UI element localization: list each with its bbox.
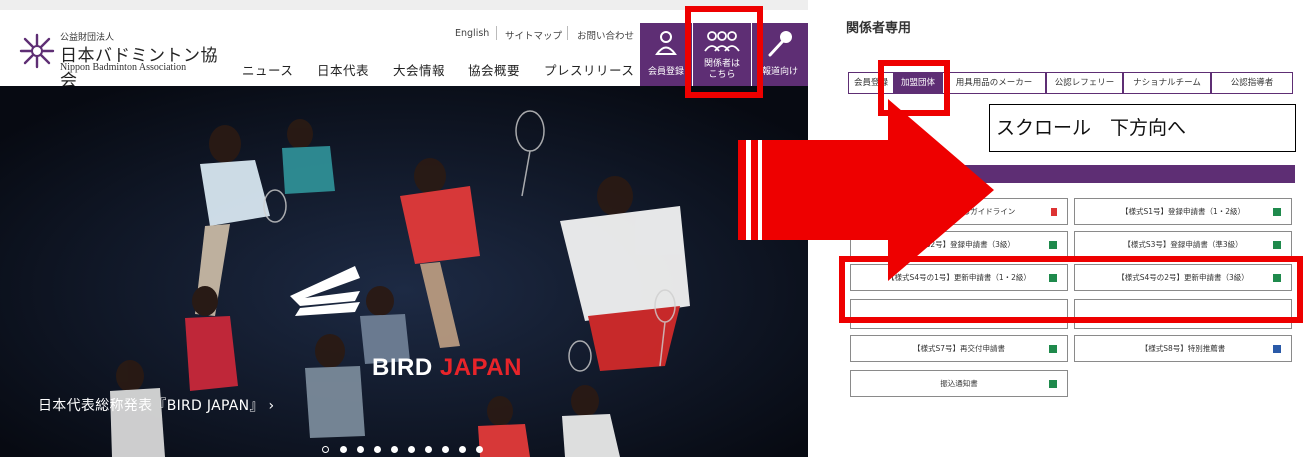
doc-label: 【様式S1号】登録申請書（1・2級） xyxy=(1120,207,1246,216)
word-icon xyxy=(1273,345,1281,353)
excel-icon xyxy=(1273,208,1281,216)
excel-icon xyxy=(1273,241,1281,249)
slide-dot-10[interactable] xyxy=(476,446,483,453)
sitemap-link[interactable]: サイトマップ xyxy=(505,28,562,42)
contact-link[interactable]: お問い合わせ xyxy=(577,28,634,42)
slide-dot-9[interactable] xyxy=(459,446,466,453)
page-title: 関係者専用 xyxy=(846,21,912,36)
slide-dot-1[interactable] xyxy=(322,446,329,453)
doc-label: 振込通知書 xyxy=(940,379,978,388)
logo-english: Nippon Badminton Association xyxy=(60,62,187,73)
slide-dot-5[interactable] xyxy=(391,446,398,453)
slide-dot-8[interactable] xyxy=(442,446,449,453)
nav-press-release[interactable]: プレスリリース xyxy=(544,60,634,79)
excel-icon xyxy=(1049,241,1057,249)
doc-s1-button[interactable]: 【様式S1号】登録申請書（1・2級） xyxy=(1074,198,1292,225)
logo-shuttle-icon xyxy=(19,33,55,69)
doc-label: 【様式S8号】特別推薦書 xyxy=(1140,344,1226,353)
excel-icon xyxy=(1049,345,1057,353)
doc-s3-button[interactable]: 【様式S3号】登録申請書（準3級） xyxy=(1074,231,1292,258)
highlight-stakeholders-button xyxy=(685,6,763,98)
doc-s8-button[interactable]: 【様式S8号】特別推薦書 xyxy=(1074,335,1292,362)
doc-label: 【様式S3号】登録申請書（準3級） xyxy=(1123,240,1243,249)
tab-national-team[interactable]: ナショナルチーム xyxy=(1123,72,1211,94)
bird-japan-logo: BIRD JAPAN xyxy=(372,354,522,381)
hero-caption-link[interactable]: 日本代表総称発表『BIRD JAPAN』 › xyxy=(38,395,274,415)
nav-news[interactable]: ニュース xyxy=(242,60,293,79)
slide-dot-3[interactable] xyxy=(357,446,364,453)
doc-transfer-button[interactable]: 振込通知書 xyxy=(850,370,1068,397)
excel-icon xyxy=(1049,380,1057,388)
doc-s7-button[interactable]: 【様式S7号】再交付申請書 xyxy=(850,335,1068,362)
annotation-arrow-icon xyxy=(738,99,994,281)
doc-label: 【様式S7号】再交付申請書 xyxy=(912,344,1006,353)
slide-dot-7[interactable] xyxy=(425,446,432,453)
site-screenshot: 公益財団法人 日本バドミントン協会 Nippon Badminton Assoc… xyxy=(0,0,808,457)
nav-national-team[interactable]: 日本代表 xyxy=(317,60,369,79)
nav-tournaments[interactable]: 大会情報 xyxy=(393,60,445,79)
scroll-down-note: スクロール 下方向へ xyxy=(989,104,1296,152)
english-link[interactable]: English xyxy=(455,28,489,39)
tab-instructors[interactable]: 公認指導者 xyxy=(1211,72,1293,94)
slide-dot-6[interactable] xyxy=(408,446,415,453)
slide-dot-2[interactable] xyxy=(340,446,347,453)
hero-slider[interactable]: BIRD JAPAN 日本代表総称発表『BIRD JAPAN』 › xyxy=(0,86,808,457)
site-logo[interactable]: 公益財団法人 日本バドミントン協会 Nippon Badminton Assoc… xyxy=(18,30,218,91)
util-divider xyxy=(496,26,497,40)
tab-referees[interactable]: 公認レフェリー xyxy=(1046,72,1123,94)
slide-dot-4[interactable] xyxy=(374,446,381,453)
pdf-icon xyxy=(1051,208,1057,216)
util-divider xyxy=(567,26,568,40)
tab-equipment-makers[interactable]: 用具用品のメーカー xyxy=(942,72,1046,94)
nav-about[interactable]: 協会概要 xyxy=(468,60,520,79)
